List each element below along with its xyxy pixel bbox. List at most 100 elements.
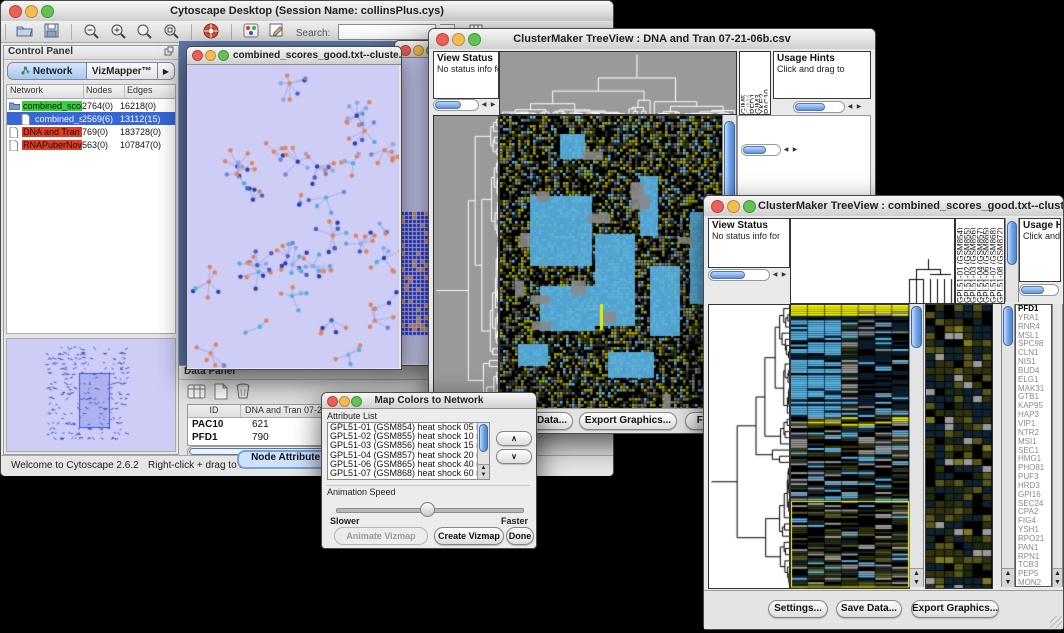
open-session-icon[interactable] bbox=[14, 23, 36, 41]
save-data-button[interactable]: Save Data... bbox=[836, 600, 902, 618]
annotation-icon[interactable] bbox=[266, 23, 288, 41]
zoom-button[interactable] bbox=[218, 50, 229, 61]
summary-heatmap-canvas[interactable] bbox=[925, 304, 993, 589]
main-heatmap-canvas[interactable] bbox=[499, 115, 723, 411]
scroll-arrows[interactable]: ▲▼ bbox=[478, 464, 489, 479]
minimize-button[interactable] bbox=[452, 33, 465, 46]
id-column-header[interactable]: ID bbox=[188, 405, 241, 417]
resize-grip[interactable] bbox=[1050, 616, 1062, 628]
scroll-left-icon[interactable]: ◀ bbox=[480, 100, 488, 110]
zoom-fit-icon[interactable] bbox=[134, 23, 156, 41]
usage-hints-scrollbar[interactable]: ◀▶ bbox=[793, 101, 863, 113]
network-table-row[interactable]: DNA and Tran 07769(0)183728(0) bbox=[7, 125, 175, 138]
treeview-combined-titlebar[interactable]: ClusterMaker TreeView : combined_scores_… bbox=[704, 196, 1063, 217]
delete-attribute-trash-icon[interactable] bbox=[235, 382, 251, 405]
summary-vscroll-thumb[interactable] bbox=[1003, 306, 1013, 346]
network-table-row[interactable]: combined_scores_2764(0)16218(0) bbox=[7, 99, 175, 112]
save-session-icon[interactable] bbox=[41, 23, 63, 41]
row-dendrogram-canvas[interactable] bbox=[433, 115, 499, 411]
float-panel-icon[interactable] bbox=[164, 46, 174, 59]
scroll-arrows[interactable]: ▲▼ bbox=[910, 568, 923, 587]
new-attribute-icon[interactable] bbox=[213, 383, 229, 405]
main-titlebar[interactable]: Cytoscape Desktop (Session Name: collins… bbox=[1, 1, 613, 22]
column-dendrogram-canvas[interactable] bbox=[790, 218, 955, 304]
heatmap-vscrollbar[interactable]: ▲▼ bbox=[909, 304, 924, 587]
export-graphics-button[interactable]: Export Graphics... bbox=[579, 412, 677, 430]
vscroll-thumb[interactable] bbox=[1007, 221, 1017, 265]
minimize-button[interactable] bbox=[413, 45, 424, 56]
help-lifering-icon[interactable] bbox=[200, 23, 222, 41]
heatmap-vscroll-thumb[interactable] bbox=[911, 306, 922, 348]
birdseye-view-canvas[interactable] bbox=[7, 339, 175, 451]
zoom-selected-icon[interactable] bbox=[160, 23, 182, 41]
view-status-scrollbar[interactable]: ◀▶ bbox=[708, 269, 788, 281]
column-label[interactable]: GPL51-07 (GSM868) bbox=[989, 219, 996, 303]
close-button[interactable] bbox=[9, 5, 22, 18]
tab-overflow-button[interactable]: ▶ bbox=[158, 62, 175, 80]
minimize-button[interactable] bbox=[205, 50, 216, 61]
col-header-nodes[interactable]: Nodes bbox=[84, 85, 125, 98]
move-down-button[interactable]: ∨ bbox=[496, 449, 532, 464]
gene-label[interactable]: MON2 bbox=[1018, 579, 1051, 587]
done-button[interactable]: Done bbox=[506, 527, 534, 545]
summary-scrollbar[interactable]: ◀▶ bbox=[741, 144, 799, 156]
minimize-button[interactable] bbox=[339, 396, 350, 407]
network-table-row[interactable]: combined_sco2569(6)13112(15) bbox=[7, 112, 175, 125]
zoom-button[interactable] bbox=[351, 396, 362, 407]
network-view-1-canvas[interactable] bbox=[187, 65, 399, 368]
column-label[interactable]: GPL51-06 (GSM865) bbox=[982, 219, 989, 303]
scroll-arrows[interactable]: ▲▼ bbox=[1002, 568, 1014, 587]
network-window-1-titlebar[interactable]: combined_scores_good.txt--cluste... bbox=[187, 47, 401, 65]
attribute-item[interactable]: GPL51-07 (GSM868) heat shock 60 min bbox=[328, 469, 489, 478]
attribute-list-vscroll-thumb[interactable] bbox=[479, 424, 488, 452]
network-table-row[interactable]: RNAPuberNov2+|563(0)107847(0) bbox=[7, 138, 175, 151]
main-heatmap-canvas[interactable] bbox=[790, 304, 910, 589]
scroll-arrows[interactable]: ▲▼ bbox=[1053, 568, 1062, 587]
minimize-button[interactable] bbox=[25, 5, 38, 18]
scroll-left-icon[interactable]: ◀ bbox=[846, 102, 854, 112]
close-button[interactable] bbox=[192, 50, 203, 61]
column-label[interactable]: GPL51-08 (GSM872) bbox=[996, 219, 1003, 303]
row-dendrogram-canvas[interactable] bbox=[708, 304, 790, 589]
column-labels-vscrollbar[interactable] bbox=[1005, 218, 1019, 302]
column-dendrogram-canvas[interactable] bbox=[499, 51, 737, 115]
zoom-in-icon[interactable] bbox=[107, 23, 129, 41]
settings-button[interactable]: Settings... bbox=[768, 600, 828, 618]
scroll-left-icon[interactable]: ◀ bbox=[782, 145, 790, 155]
column-label[interactable]: GPL51-01 (GSM854) bbox=[956, 219, 963, 303]
treeview-dna-titlebar[interactable]: ClusterMaker TreeView : DNA and Tran 07-… bbox=[429, 29, 875, 50]
attribute-list-vscrollbar[interactable]: ▲▼ bbox=[477, 423, 489, 479]
zoom-button[interactable] bbox=[468, 33, 481, 46]
col-header-edges[interactable]: Edges bbox=[125, 85, 175, 98]
tab-vizmapper[interactable]: VizMapper™ bbox=[87, 62, 158, 80]
attribute-select-icon[interactable] bbox=[187, 383, 207, 405]
search-input[interactable] bbox=[338, 24, 436, 40]
close-button[interactable] bbox=[327, 396, 338, 407]
export-graphics-button[interactable]: Export Graphics... bbox=[911, 600, 999, 618]
vizmapper-palette-icon[interactable] bbox=[240, 23, 262, 41]
column-label[interactable]: GIM5 bbox=[740, 52, 745, 114]
scroll-right-icon[interactable]: ▶ bbox=[780, 270, 788, 280]
gene-labels-vscrollbar[interactable]: ▲▼ bbox=[1052, 304, 1063, 587]
view-status-scrollbar[interactable]: ◀▶ bbox=[433, 99, 497, 111]
attribute-listbox[interactable]: GPL51-01 (GSM854) heat shock 05 minGPL51… bbox=[327, 422, 490, 480]
zoom-button[interactable] bbox=[41, 5, 54, 18]
usage-hints-scrollbar[interactable] bbox=[1019, 284, 1059, 296]
create-vizmap-button[interactable]: Create Vizmap bbox=[434, 527, 504, 545]
close-button[interactable] bbox=[711, 200, 724, 213]
scroll-right-icon[interactable]: ▶ bbox=[791, 145, 799, 155]
summary-vscrollbar[interactable]: ▲▼ bbox=[1001, 304, 1015, 587]
col-header-network[interactable]: Network bbox=[7, 85, 84, 98]
animation-speed-slider-thumb[interactable] bbox=[420, 502, 435, 517]
scroll-left-icon[interactable]: ◀ bbox=[771, 270, 779, 280]
zoom-button[interactable] bbox=[743, 200, 756, 213]
column-label[interactable]: GPL51-03 (GSM856) bbox=[969, 219, 976, 303]
tab-network[interactable]: Network bbox=[7, 62, 87, 80]
column-label[interactable]: PAC10 bbox=[763, 52, 768, 114]
close-button[interactable] bbox=[436, 33, 449, 46]
scroll-right-icon[interactable]: ▶ bbox=[489, 100, 497, 110]
scroll-right-icon[interactable]: ▶ bbox=[855, 102, 863, 112]
minimize-button[interactable] bbox=[727, 200, 740, 213]
map-dialog-titlebar[interactable]: Map Colors to Network bbox=[322, 393, 536, 409]
move-up-button[interactable]: ∧ bbox=[496, 431, 532, 446]
